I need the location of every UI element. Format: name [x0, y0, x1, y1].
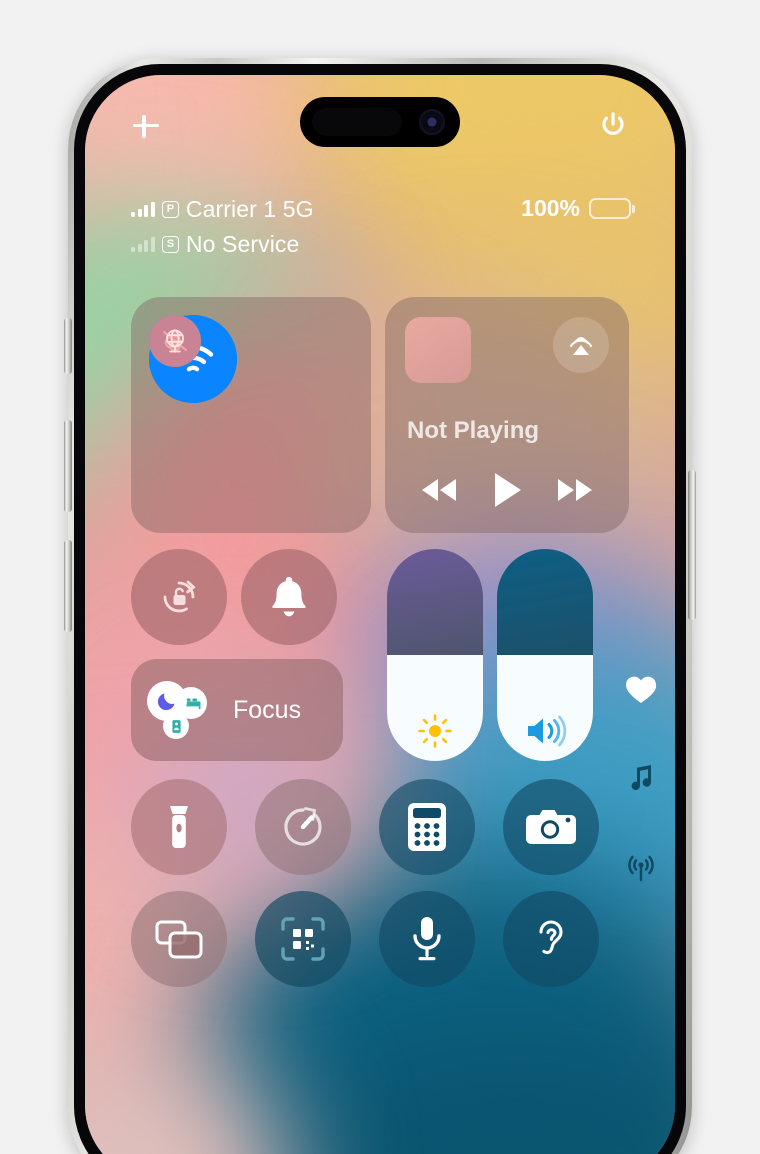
airplay-button[interactable]	[553, 317, 609, 373]
media-transport-controls	[385, 471, 629, 509]
now-playing-module[interactable]: Not Playing	[385, 297, 629, 533]
power-side-button[interactable]	[688, 470, 696, 620]
brightness-fill	[387, 655, 483, 761]
connectivity-page-indicator[interactable]	[625, 853, 657, 883]
quick-toggle-row	[131, 549, 371, 645]
focus-badge-group	[147, 679, 219, 741]
page-indicator-rail	[625, 675, 657, 883]
carrier-line-primary: P Carrier 1 5G	[131, 193, 314, 225]
power-button[interactable]	[597, 109, 629, 141]
album-art-placeholder	[405, 317, 471, 383]
flashlight-icon	[166, 804, 192, 850]
calculator-icon	[408, 803, 446, 851]
do-not-disturb-badge	[147, 681, 187, 721]
play-button[interactable]	[491, 471, 523, 509]
app-shortcuts	[131, 779, 629, 987]
carrier-name-primary: Carrier 1 5G	[185, 195, 314, 222]
timer-icon	[280, 804, 326, 850]
action-button[interactable]	[64, 318, 72, 374]
rotation-lock-toggle[interactable]	[131, 549, 227, 645]
phone-screen: P Carrier 1 5G S No Service 100% Not Pla…	[85, 75, 675, 1154]
battery-full-icon	[589, 198, 631, 219]
sliders-group	[387, 549, 593, 761]
volume-down-button[interactable]	[64, 540, 72, 632]
cellular-bars-icon	[131, 201, 155, 217]
speaker-wave-icon	[523, 712, 567, 750]
camera-button[interactable]	[503, 779, 599, 875]
code-scanner-button[interactable]	[255, 891, 351, 987]
vpn-toggle[interactable]	[149, 315, 201, 367]
airplay-icon	[564, 329, 598, 361]
focus-label: Focus	[233, 695, 302, 724]
fast-forward-button[interactable]	[552, 475, 598, 505]
status-bar: P Carrier 1 5G S No Service 100%	[85, 193, 675, 265]
volume-slider[interactable]	[497, 549, 593, 761]
add-control-button[interactable]	[131, 111, 161, 141]
sun-icon	[415, 711, 455, 751]
calculator-button[interactable]	[379, 779, 475, 875]
bell-icon	[268, 574, 310, 620]
volume-fill	[497, 655, 593, 761]
cellular-bars-icon-faded	[131, 236, 155, 252]
screenshot-stage: P Carrier 1 5G S No Service 100% Not Pla…	[0, 0, 760, 1154]
timer-button[interactable]	[255, 779, 351, 875]
favorites-page-indicator[interactable]	[625, 675, 657, 705]
sim-badge-secondary: S	[161, 235, 179, 253]
app-row-1	[131, 779, 629, 875]
carrier-info: P Carrier 1 5G S No Service	[131, 193, 314, 260]
focus-tile[interactable]: Focus	[131, 659, 343, 761]
rewind-button[interactable]	[416, 475, 462, 505]
connectivity-module	[131, 297, 371, 533]
voice-memo-button[interactable]	[379, 891, 475, 987]
app-row-2	[131, 891, 629, 987]
screen-mirroring-icon	[155, 918, 203, 960]
media-page-indicator[interactable]	[626, 763, 656, 795]
carrier-name-secondary: No Service	[185, 230, 300, 257]
ear-icon	[532, 915, 570, 963]
cc-row-middle: Focus	[131, 549, 629, 761]
control-center-top-bar	[85, 105, 675, 145]
sim-badge-primary: P	[161, 200, 179, 218]
quick-toggles-group: Focus	[131, 549, 371, 761]
screen-mirroring-button[interactable]	[131, 891, 227, 987]
rotation-lock-icon	[155, 573, 203, 621]
ring-silent-toggle[interactable]	[241, 549, 337, 645]
qr-scanner-icon	[280, 916, 326, 962]
control-center: Not Playing Focus	[131, 297, 629, 1003]
volume-up-button[interactable]	[64, 420, 72, 512]
battery-percent-label: 100%	[521, 195, 580, 221]
microphone-icon	[410, 915, 444, 963]
battery-status: 100%	[521, 195, 631, 222]
brightness-slider[interactable]	[387, 549, 483, 761]
camera-icon	[526, 807, 576, 847]
cc-row-top: Not Playing	[131, 297, 629, 533]
flashlight-button[interactable]	[131, 779, 227, 875]
hearing-button[interactable]	[503, 891, 599, 987]
now-playing-status: Not Playing	[407, 417, 540, 444]
carrier-line-secondary: S No Service	[131, 228, 314, 260]
vpn-globe-icon	[161, 327, 189, 355]
